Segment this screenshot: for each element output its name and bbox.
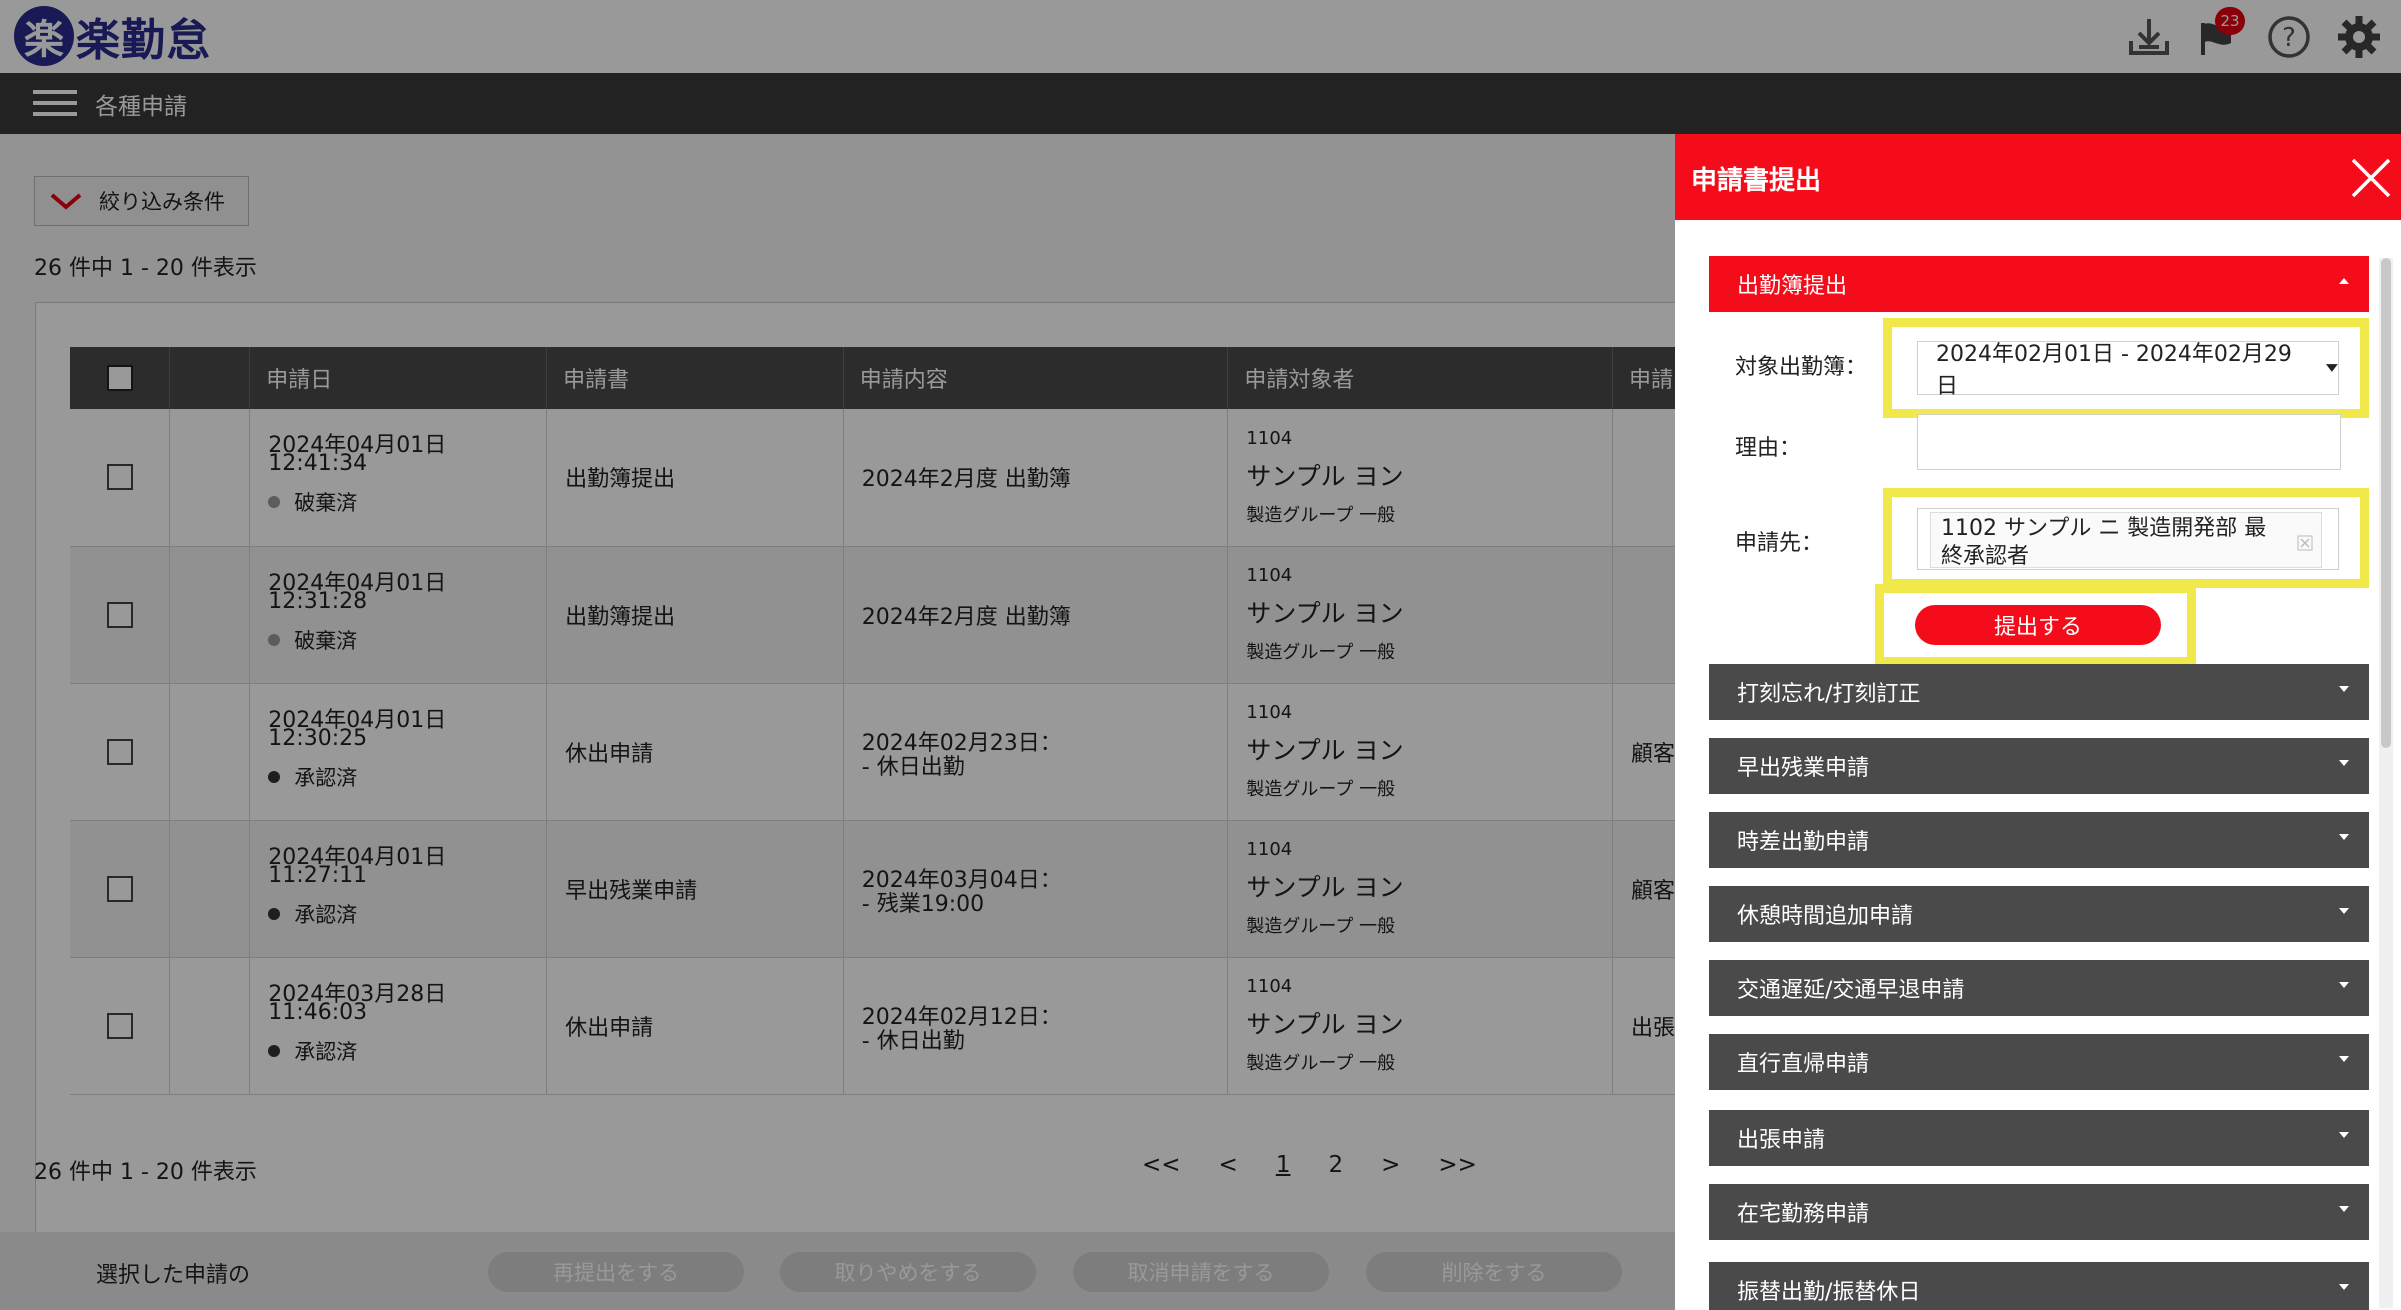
caret-down-icon bbox=[2339, 1284, 2349, 1290]
section-title: 時差出勤申請 bbox=[1737, 830, 1870, 855]
caret-down-icon bbox=[2339, 908, 2349, 914]
submit-button[interactable]: 提出する bbox=[1915, 605, 2161, 645]
approver-select[interactable]: 1102 サンプル ニ 製造開発部 最 終承認者 bbox=[1917, 508, 2339, 570]
section-title: 出勤簿提出 bbox=[1737, 274, 1848, 299]
section-title: 打刻忘れ/打刻訂正 bbox=[1737, 682, 1921, 707]
section-attendance-submit[interactable]: 出勤簿提出 bbox=[1709, 256, 2369, 312]
caret-down-icon bbox=[2339, 834, 2349, 840]
approver-chip-line1: 1102 サンプル ニ 製造開発部 最 bbox=[1941, 516, 2267, 541]
section-title: 出張申請 bbox=[1737, 1128, 1826, 1153]
caret-down-icon bbox=[2339, 1206, 2349, 1212]
caret-down-icon bbox=[2339, 1056, 2349, 1062]
target-select-value: 2024年02月01日 - 2024年02月29日 bbox=[1936, 342, 2292, 399]
section-title: 早出残業申請 bbox=[1737, 756, 1870, 781]
panel-title: 申請書提出 bbox=[1691, 166, 1822, 196]
section-title: 在宅勤務申請 bbox=[1737, 1202, 1870, 1227]
section-business-trip[interactable]: 出張申請 bbox=[1709, 1110, 2369, 1166]
dropdown-arrow-icon bbox=[2326, 364, 2338, 372]
section-break-extension[interactable]: 休憩時間追加申請 bbox=[1709, 886, 2369, 942]
caret-down-icon bbox=[2339, 1132, 2349, 1138]
section-staggered-hours[interactable]: 時差出勤申請 bbox=[1709, 812, 2369, 868]
approver-label: 申請先： bbox=[1735, 531, 1824, 556]
reason-input[interactable] bbox=[1917, 414, 2341, 470]
panel-header: 申請書提出 bbox=[1675, 134, 2401, 220]
caret-down-icon bbox=[2339, 982, 2349, 988]
remove-chip-icon[interactable] bbox=[2297, 535, 2313, 551]
section-transit-delay[interactable]: 交通遅延/交通早退申請 bbox=[1709, 960, 2369, 1016]
section-remote-work[interactable]: 在宅勤務申請 bbox=[1709, 1184, 2369, 1240]
target-select[interactable]: 2024年02月01日 - 2024年02月29日 bbox=[1917, 341, 2339, 399]
scrollbar-thumb[interactable] bbox=[2381, 258, 2391, 748]
caret-down-icon bbox=[2339, 686, 2349, 692]
panel-scrollbar[interactable] bbox=[2379, 258, 2393, 1308]
approver-chip-line2: 終承認者 bbox=[1941, 544, 2030, 569]
caret-up-icon bbox=[2339, 278, 2349, 284]
caret-down-icon bbox=[2339, 760, 2349, 766]
section-title: 休憩時間追加申請 bbox=[1737, 904, 1914, 929]
section-direct-commute[interactable]: 直行直帰申請 bbox=[1709, 1034, 2369, 1090]
section-title: 振替出勤/振替休日 bbox=[1737, 1280, 1921, 1305]
approver-chip: 1102 サンプル ニ 製造開発部 最 終承認者 bbox=[1930, 512, 2322, 569]
section-title: 直行直帰申請 bbox=[1737, 1052, 1870, 1077]
close-icon[interactable] bbox=[2349, 156, 2393, 200]
application-submit-panel: 申請書提出 出勤簿提出 対象出勤簿： 2024年02月01日 - 2024年02… bbox=[1675, 134, 2401, 1310]
reason-label: 理由： bbox=[1735, 436, 1802, 461]
panel-body: 出勤簿提出 対象出勤簿： 2024年02月01日 - 2024年02月29日 理… bbox=[1675, 220, 2401, 1310]
section-title: 交通遅延/交通早退申請 bbox=[1737, 978, 1965, 1003]
section-substitute-holiday[interactable]: 振替出勤/振替休日 bbox=[1709, 1262, 2369, 1310]
section-overtime[interactable]: 早出残業申請 bbox=[1709, 738, 2369, 794]
section-punch-correction[interactable]: 打刻忘れ/打刻訂正 bbox=[1709, 664, 2369, 720]
target-label: 対象出勤簿： bbox=[1735, 355, 1868, 380]
